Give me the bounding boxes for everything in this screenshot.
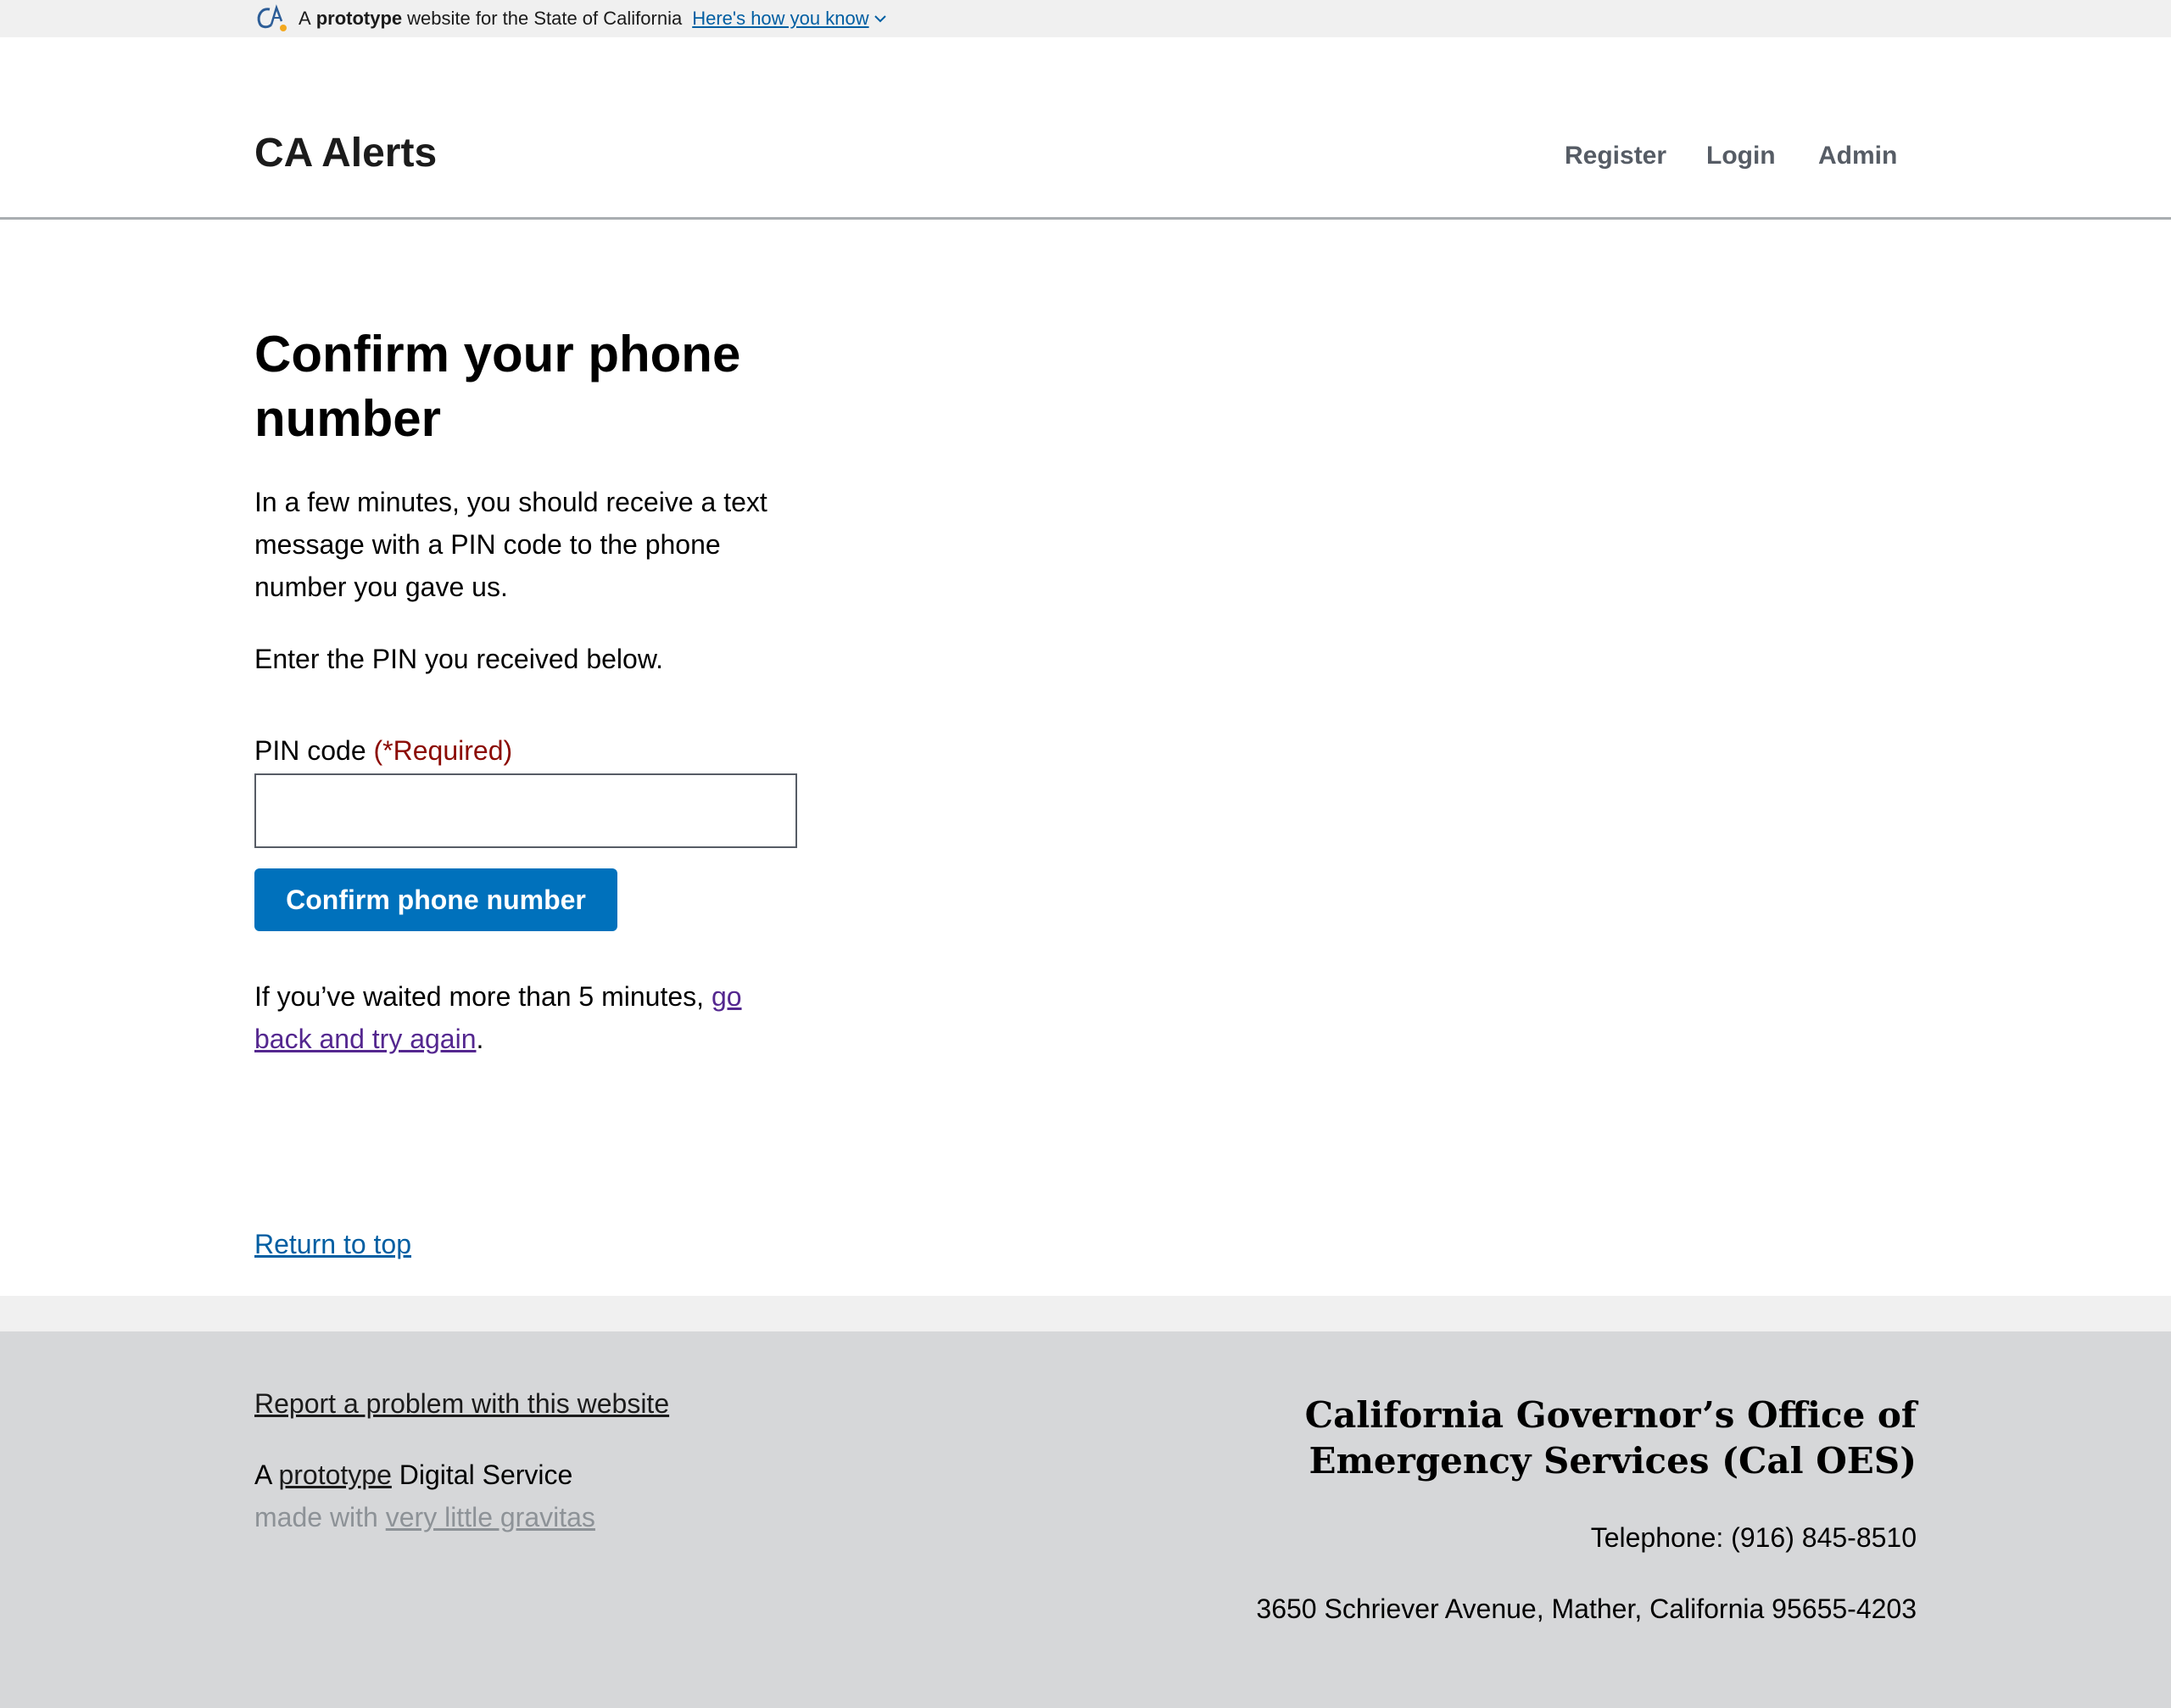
prototype-digital-service: A prototype Digital Service [254, 1454, 572, 1496]
heres-how-you-know-label: Here's how you know [692, 8, 869, 29]
footer-top-band [0, 1296, 2171, 1331]
made-with-text: made with very little gravitas [254, 1496, 595, 1538]
banner-prototype-text: prototype [315, 8, 403, 29]
chevron-down-icon [873, 15, 886, 23]
required-marker: (*Required) [373, 735, 513, 766]
site-footer: Report a problem with this website A pro… [0, 1331, 2171, 1708]
banner-prefix: A [299, 8, 311, 29]
address: 3650 Schriever Avenue, Mather, Californi… [1256, 1594, 1917, 1624]
agency-name: California Governor’s Office of Emergenc… [1304, 1394, 1917, 1482]
confirm-phone-number-button[interactable]: Confirm phone number [254, 868, 617, 931]
nav-admin[interactable]: Admin [1818, 142, 1897, 170]
official-banner-content: A prototype website for the State of Cal… [254, 0, 888, 37]
telephone: Telephone: (916) 845-8510 [1590, 1522, 1917, 1553]
intro-text: In a few minutes, you should receive a t… [254, 487, 767, 602]
report-problem-link[interactable]: Report a problem with this website [254, 1382, 669, 1425]
retry-suffix: . [476, 1024, 484, 1054]
nav-login[interactable]: Login [1706, 142, 1776, 170]
official-banner: A prototype website for the State of Cal… [0, 0, 2171, 37]
pin-label-text: PIN code [254, 735, 366, 766]
banner-rest-text: website for the State of California [407, 8, 683, 29]
instruction-text: Enter the PIN you received below. [254, 644, 664, 674]
heres-how-you-know-link[interactable]: Here's how you know [692, 8, 887, 30]
pin-label: PIN code (*Required) [254, 729, 512, 772]
prototype-link[interactable]: prototype [278, 1460, 391, 1490]
made-prefix: made with [254, 1502, 386, 1532]
proto-suffix: Digital Service [391, 1460, 573, 1490]
proto-prefix: A [254, 1460, 279, 1490]
pin-code-input[interactable] [254, 773, 797, 848]
nav-register[interactable]: Register [1565, 142, 1666, 170]
site-title[interactable]: CA Alerts [254, 133, 437, 174]
ca-gov-logo-icon [257, 4, 287, 31]
very-little-gravitas-link[interactable]: very little gravitas [386, 1502, 595, 1532]
site-header: CA Alerts Register Login Admin [0, 37, 2171, 220]
retry-prefix: If you’ve waited more than 5 minutes, [254, 981, 712, 1012]
return-to-top-link[interactable]: Return to top [254, 1223, 411, 1265]
retry-text: If you’ve waited more than 5 minutes, go… [254, 975, 780, 1060]
page-title: Confirm your phone number [254, 326, 741, 447]
